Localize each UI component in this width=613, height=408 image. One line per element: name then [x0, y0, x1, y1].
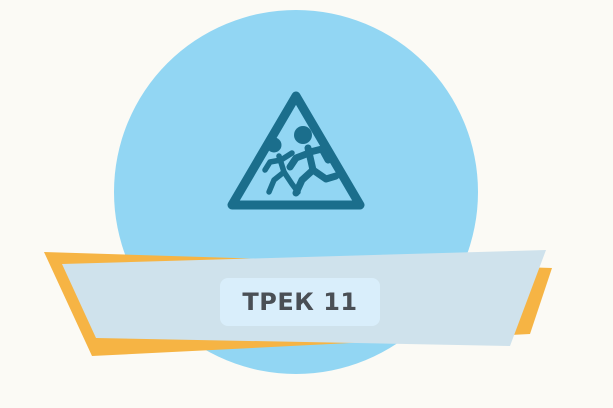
track-card[interactable]: ТРЕК 11 [0, 0, 613, 408]
track-badge[interactable]: ТРЕК 11 [220, 278, 380, 326]
track-label: ТРЕК 11 [242, 288, 358, 316]
track-emblem [44, 10, 552, 374]
